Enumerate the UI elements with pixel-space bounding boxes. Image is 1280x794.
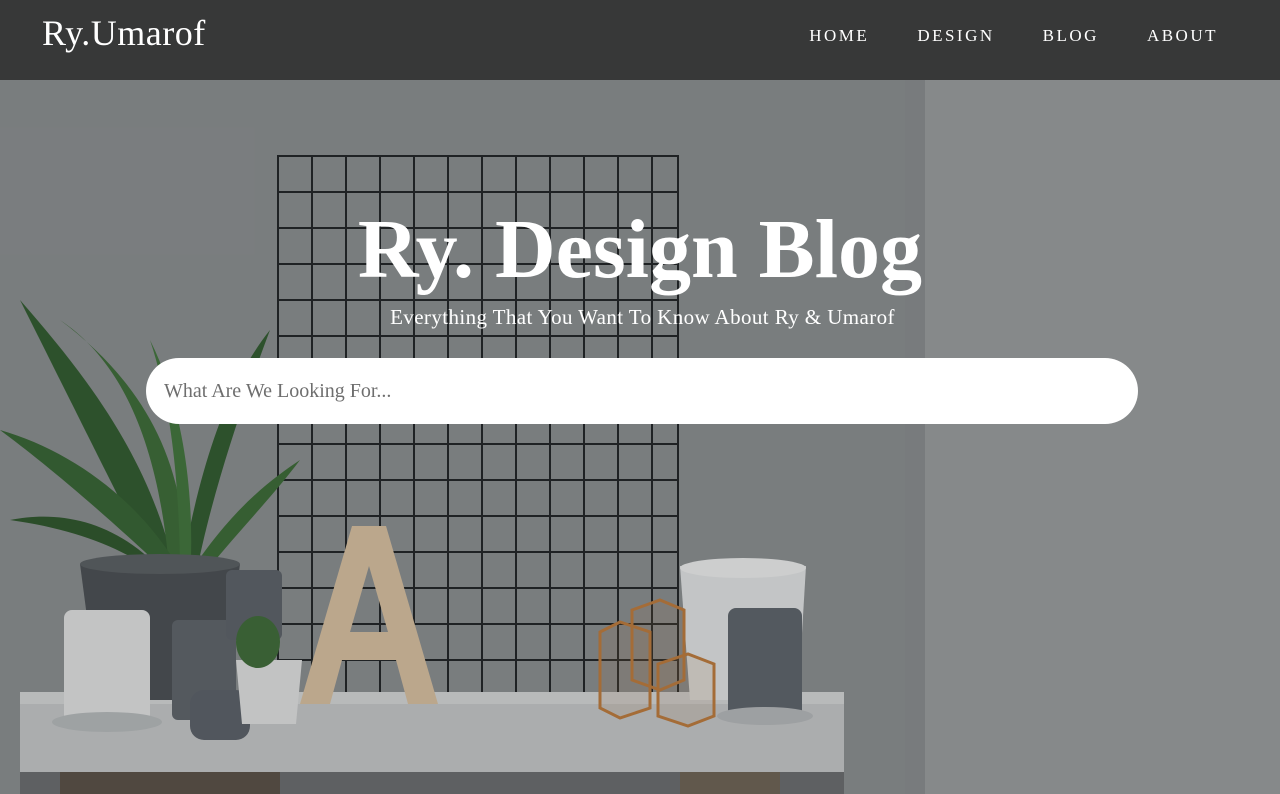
hero-section [0,80,1280,794]
top-navbar: Ry.Umarof HOME DESIGN BLOG ABOUT [0,0,1280,80]
nav-link-blog[interactable]: BLOG [1043,26,1099,46]
hero-dark-overlay [0,80,1280,794]
nav-link-design[interactable]: DESIGN [917,26,994,46]
search-input[interactable] [146,358,1138,424]
search-bar [146,358,1138,424]
brand-logo-link[interactable]: Ry.Umarof [42,12,206,54]
nav-link-home[interactable]: HOME [809,26,869,46]
nav-link-about[interactable]: ABOUT [1147,26,1218,46]
nav-links: HOME DESIGN BLOG ABOUT [809,26,1218,46]
hero-title: Ry. Design Blog [357,203,923,296]
hero-subtitle: Everything That You Want To Know About R… [390,305,895,329]
